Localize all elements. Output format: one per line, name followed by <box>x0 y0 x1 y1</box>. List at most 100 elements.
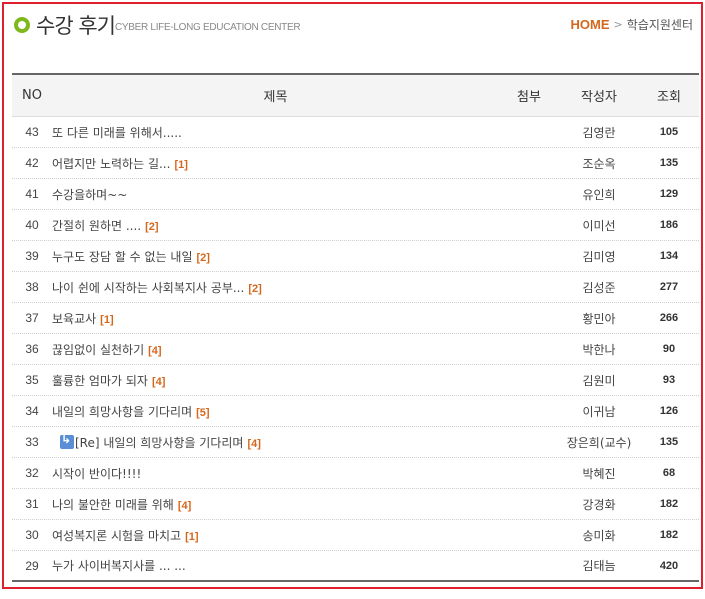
row-title-cell: 또 다른 미래를 위해서..... <box>52 124 499 141</box>
breadcrumb-home-link[interactable]: HOME <box>571 17 610 32</box>
row-views: 134 <box>659 250 679 262</box>
row-title-cell: 내일의 희망사항을 기다리며 [5] <box>52 403 499 420</box>
comment-count: [2] <box>248 282 262 295</box>
post-title-link[interactable]: 간절히 원하면 .... <box>52 219 141 233</box>
row-number: 42 <box>25 156 39 170</box>
table-row[interactable]: 31 나의 불안한 미래를 위해 [4] 강경화 182 <box>12 489 699 520</box>
table-row[interactable]: 33 [Re] 내일의 희망사항을 기다리며 [4] 장은희(교수) 135 <box>12 427 699 458</box>
row-author: 장은희(교수) <box>566 435 632 450</box>
row-title-cell: 훌륭한 엄마가 되자 [4] <box>52 372 499 389</box>
table-row[interactable]: 43 또 다른 미래를 위해서..... 김영란 105 <box>12 117 699 148</box>
table-row[interactable]: 35 훌륭한 엄마가 되자 [4] 김원미 93 <box>12 365 699 396</box>
table-row[interactable]: 36 끊임없이 실천하기 [4] 박한나 90 <box>12 334 699 365</box>
post-title-link[interactable]: 시작이 반이다!!!! <box>52 467 141 481</box>
row-author: 이미선 <box>582 218 616 233</box>
table-row[interactable]: 39 누구도 장담 할 수 없는 내일 [2] 김미영 134 <box>12 241 699 272</box>
row-author: 강경화 <box>582 497 616 512</box>
comment-count: [2] <box>145 220 159 233</box>
table-row[interactable]: 41 수강을하며~~ 유인희 129 <box>12 179 699 210</box>
table-row[interactable]: 42 어렵지만 노력하는 길... [1] 조순옥 135 <box>12 148 699 179</box>
column-header-author: 작성자 <box>581 90 617 105</box>
column-header-views: 조회 <box>657 90 681 105</box>
row-title-cell: 간절히 원하면 .... [2] <box>52 217 499 234</box>
table-row[interactable]: 30 여성복지론 시험을 마치고 [1] 송미화 182 <box>12 520 699 551</box>
table-body: 43 또 다른 미래를 위해서..... 김영란 105 42 어렵지만 노력하는 길..… <box>12 117 699 582</box>
row-title-cell: 나의 불안한 미래를 위해 [4] <box>52 496 499 513</box>
comment-count: [5] <box>196 406 210 419</box>
comment-count: [1] <box>185 530 199 543</box>
title-bullet-icon <box>14 17 30 33</box>
row-author: 조순옥 <box>582 156 616 171</box>
post-title-link[interactable]: [Re] 내일의 희망사항을 기다리며 <box>75 436 243 450</box>
row-views: 90 <box>662 343 676 355</box>
row-number: 31 <box>25 497 39 511</box>
breadcrumb-current[interactable]: 학습지원센터 <box>627 16 693 33</box>
row-views: 126 <box>659 405 679 417</box>
row-number: 36 <box>25 342 39 356</box>
post-title-link[interactable]: 끊임없이 실천하기 <box>52 343 144 357</box>
row-title-cell: [Re] 내일의 희망사항을 기다리며 [4] <box>52 434 499 451</box>
row-number: 38 <box>25 280 39 294</box>
row-author: 송미화 <box>582 528 616 543</box>
row-number: 32 <box>25 466 39 480</box>
post-title-link[interactable]: 누가 사이버복지사를 ... ... <box>52 559 186 573</box>
row-author: 황민아 <box>582 311 616 326</box>
page-title: 수강 후기 <box>36 14 116 38</box>
post-title-link[interactable]: 나의 불안한 미래를 위해 <box>52 498 174 512</box>
post-title-link[interactable]: 보육교사 <box>52 312 96 326</box>
post-title-link[interactable]: 누구도 장담 할 수 없는 내일 <box>52 250 193 264</box>
row-title-cell: 어렵지만 노력하는 길... [1] <box>52 155 499 172</box>
comment-count: [4] <box>247 437 261 450</box>
row-title-cell: 여성복지론 시험을 마치고 [1] <box>52 527 499 544</box>
table-header: NO 제목 첨부 작성자 조회 <box>12 73 699 117</box>
row-views: 420 <box>659 559 679 572</box>
row-number: 33 <box>25 435 39 449</box>
row-number: 40 <box>25 218 39 232</box>
post-title-link[interactable]: 또 다른 미래를 위해서..... <box>52 126 182 140</box>
row-views: 135 <box>659 157 679 169</box>
row-number: 41 <box>25 187 39 201</box>
row-author: 김성준 <box>582 280 616 295</box>
row-number: 34 <box>25 404 39 418</box>
row-title-cell: 끊임없이 실천하기 [4] <box>52 341 499 358</box>
post-title-link[interactable]: 여성복지론 시험을 마치고 <box>52 529 181 543</box>
column-header-title: 제목 <box>263 90 288 105</box>
table-row[interactable]: 40 간절히 원하면 .... [2] 이미선 186 <box>12 210 699 241</box>
page-subtitle: CYBER LIFE-LONG EDUCATION CENTER <box>115 22 301 33</box>
post-title-link[interactable]: 수강을하며~~ <box>52 188 127 202</box>
row-number: 29 <box>25 558 39 573</box>
post-title-link[interactable]: 내일의 희망사항을 기다리며 <box>52 405 192 419</box>
row-views: 266 <box>659 312 679 324</box>
post-title-link[interactable]: 어렵지만 노력하는 길... <box>52 157 170 171</box>
row-author: 김영란 <box>582 125 616 140</box>
comment-count: [2] <box>196 251 210 264</box>
reply-arrow-icon <box>60 434 74 449</box>
content-frame: 수강 후기 CYBER LIFE-LONG EDUCATION CENTER H… <box>2 2 703 589</box>
table-row[interactable]: 37 보육교사 [1] 황민아 266 <box>12 303 699 334</box>
row-views: 105 <box>659 126 679 138</box>
row-title-cell: 누가 사이버복지사를 ... ... <box>52 557 499 574</box>
row-number: 37 <box>25 311 39 325</box>
row-views: 182 <box>659 529 679 541</box>
review-board-table: NO 제목 첨부 작성자 조회 43 또 다른 미래를 위해서..... 김영란 10… <box>12 73 699 582</box>
row-title-cell: 누구도 장담 할 수 없는 내일 [2] <box>52 248 499 265</box>
row-views: 277 <box>659 281 679 293</box>
row-author: 이귀남 <box>582 404 616 419</box>
table-row[interactable]: 32 시작이 반이다!!!! 박혜진 68 <box>12 458 699 489</box>
row-author: 김미영 <box>582 249 616 264</box>
row-views: 93 <box>662 374 676 386</box>
post-title-link[interactable]: 나이 쉰에 시작하는 사회복지사 공부... <box>52 281 244 295</box>
post-title-link[interactable]: 훌륭한 엄마가 되자 <box>52 374 148 388</box>
row-title-cell: 시작이 반이다!!!! <box>52 465 499 482</box>
table-row[interactable]: 29 누가 사이버복지사를 ... ... 김태늠 420 <box>12 551 699 582</box>
comment-count: [1] <box>174 158 188 171</box>
comment-count: [1] <box>100 313 114 326</box>
row-number: 30 <box>25 528 39 542</box>
row-number: 35 <box>25 373 39 387</box>
row-title-cell: 나이 쉰에 시작하는 사회복지사 공부... [2] <box>52 279 499 296</box>
table-row[interactable]: 34 내일의 희망사항을 기다리며 [5] 이귀남 126 <box>12 396 699 427</box>
table-row[interactable]: 38 나이 쉰에 시작하는 사회복지사 공부... [2] 김성준 277 <box>12 272 699 303</box>
row-views: 135 <box>659 436 679 448</box>
row-author: 유인희 <box>582 187 616 202</box>
row-number: 39 <box>25 249 39 263</box>
